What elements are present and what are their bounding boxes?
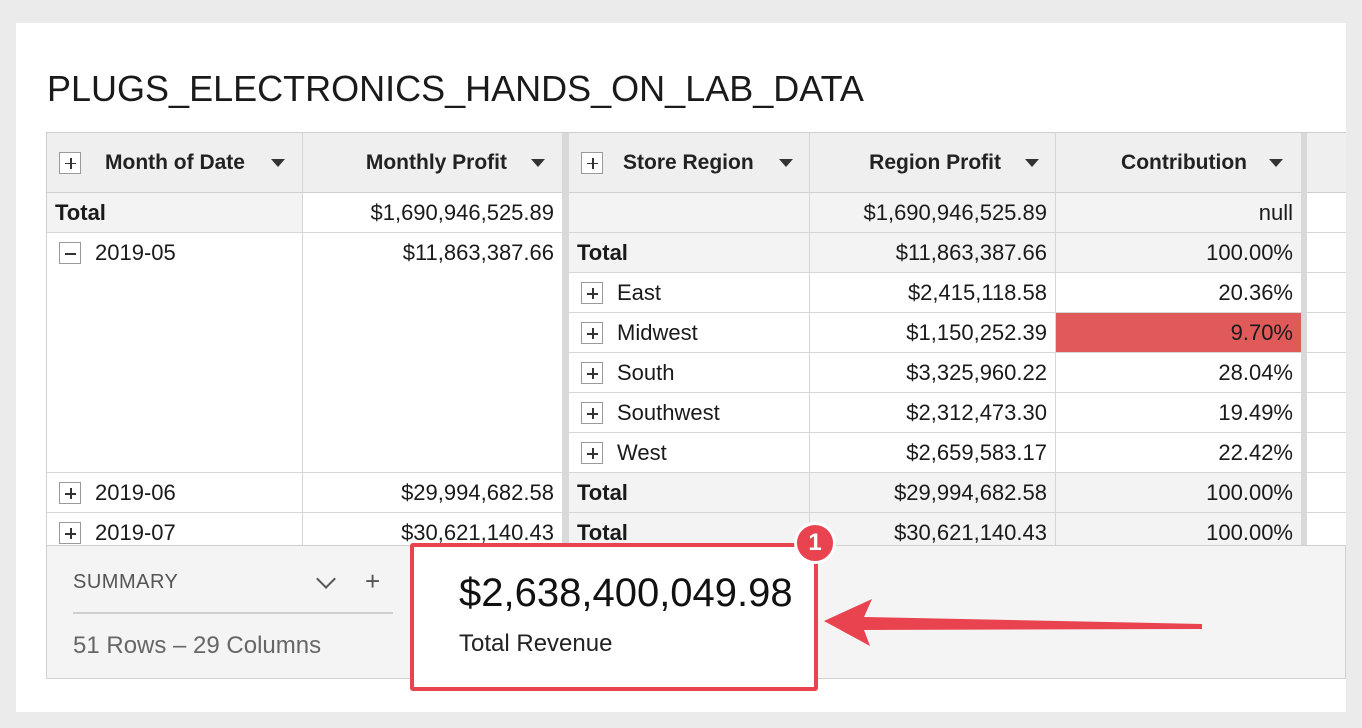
region-label: East — [617, 280, 662, 305]
expand-icon[interactable] — [581, 322, 603, 344]
grand-total-region-empty — [569, 193, 809, 233]
contribution-cell: 19.49% — [1218, 400, 1293, 425]
monthly-profit-cell: $30,621,140.43 — [401, 520, 554, 545]
row-divider — [569, 352, 1346, 353]
kpi-label: Total Revenue — [459, 630, 613, 657]
chevron-down-icon[interactable] — [271, 159, 285, 167]
expand-icon[interactable] — [581, 362, 603, 384]
contribution-cell-highlighted: 9.70% — [1055, 313, 1301, 353]
region-total-contribution: 100.00% — [1055, 513, 1301, 545]
column-header-store-region[interactable]: Store Region — [569, 133, 809, 193]
column-header-label: Contribution — [1121, 150, 1247, 174]
column-header-contribution[interactable]: Contribution — [1055, 133, 1301, 193]
grand-total-label: Total — [47, 193, 302, 233]
column-divider — [809, 133, 810, 545]
region-label: Southwest — [617, 400, 720, 425]
column-header-label: Month of Date — [105, 150, 245, 174]
column-divider — [1055, 133, 1056, 545]
region-total-contribution: 100.00% — [1055, 473, 1301, 513]
summary-divider — [73, 612, 393, 614]
add-summary-icon[interactable]: + — [365, 566, 380, 597]
column-header-region-profit[interactable]: Region Profit — [809, 133, 1055, 193]
region-profit-cell: $3,325,960.22 — [906, 360, 1047, 385]
expand-icon[interactable] — [581, 402, 603, 424]
region-profit-cell: $2,415,118.58 — [907, 280, 1047, 305]
region-total-contribution: 100.00% — [1055, 233, 1301, 273]
pivot-separator — [562, 133, 569, 545]
expand-icon[interactable] — [581, 442, 603, 464]
region-cell-east[interactable]: East — [569, 273, 809, 313]
contribution-cell: 22.42% — [1218, 440, 1293, 465]
column-divider — [302, 133, 303, 545]
region-cell-west[interactable]: West — [569, 433, 809, 473]
expand-all-icon[interactable] — [581, 151, 603, 174]
region-label: Midwest — [617, 320, 698, 345]
row-divider — [569, 392, 1346, 393]
region-total-label: Total — [569, 513, 809, 545]
column-header-label: Monthly Profit — [365, 150, 507, 174]
contribution-cell: 20.36% — [1218, 280, 1293, 305]
month-cell[interactable]: 2019-06 — [47, 473, 302, 513]
grand-total-region-profit: $1,690,946,525.89 — [809, 193, 1055, 233]
chevron-down-icon[interactable] — [316, 569, 336, 589]
step-badge: 1 — [794, 522, 836, 564]
callout-arrow-icon — [824, 599, 1202, 646]
grand-total-contribution: null — [1055, 193, 1301, 233]
region-label: West — [617, 440, 667, 465]
region-total-profit: $11,863,387.66 — [809, 233, 1055, 273]
month-cell[interactable]: 2019-07 — [47, 513, 302, 545]
month-cell[interactable]: 2019-05 — [47, 233, 302, 273]
region-total-profit: $29,994,682.58 — [809, 473, 1055, 513]
row-divider — [569, 512, 1346, 513]
grand-total-monthly-profit: $1,690,946,525.89 — [370, 200, 554, 225]
column-header-month[interactable]: Month of Date — [47, 133, 302, 193]
row-divider — [47, 472, 562, 473]
region-total-label: Total — [569, 233, 809, 273]
row-divider — [569, 432, 1346, 433]
region-cell-southwest[interactable]: Southwest — [569, 393, 809, 433]
column-header-monthly-profit[interactable]: Monthly Profit — [302, 133, 562, 193]
row-divider — [47, 512, 562, 513]
page-title: PLUGS_ELECTRONICS_HANDS_ON_LAB_DATA — [47, 68, 864, 109]
row-divider — [569, 312, 1346, 313]
row-divider — [569, 472, 1346, 473]
summary-title: SUMMARY — [73, 571, 179, 593]
expand-icon[interactable] — [59, 522, 81, 544]
column-header-label: Store Region — [623, 150, 754, 174]
monthly-profit-cell: $29,994,682.58 — [401, 480, 554, 505]
row-divider — [47, 232, 562, 233]
column-header-empty — [1307, 133, 1346, 193]
region-profit-cell: $1,150,252.39 — [906, 320, 1047, 345]
expand-icon[interactable] — [59, 482, 81, 504]
row-divider — [569, 232, 1346, 233]
month-label: 2019-05 — [95, 240, 176, 265]
region-cell-south[interactable]: South — [569, 353, 809, 393]
month-label: 2019-07 — [95, 520, 176, 545]
chevron-down-icon[interactable] — [1025, 159, 1039, 167]
month-label: 2019-06 — [95, 480, 176, 505]
expand-icon[interactable] — [581, 282, 603, 304]
expand-all-icon[interactable] — [59, 151, 81, 174]
collapse-icon[interactable] — [59, 242, 81, 264]
row-column-count: 51 Rows – 29 Columns — [73, 632, 322, 659]
pivot-table: Month of Date Monthly Profit Store Regio… — [46, 132, 1346, 545]
chevron-down-icon[interactable] — [531, 159, 545, 167]
contribution-cell: 28.04% — [1218, 360, 1293, 385]
chevron-down-icon[interactable] — [1269, 159, 1283, 167]
region-cell-midwest[interactable]: Midwest — [569, 313, 809, 353]
chevron-down-icon[interactable] — [779, 159, 793, 167]
scrollbar-separator — [1301, 133, 1307, 545]
region-total-profit: $30,621,140.43 — [809, 513, 1055, 545]
monthly-profit-cell: $11,863,387.66 — [402, 240, 554, 265]
region-total-label: Total — [569, 473, 809, 513]
region-profit-cell: $2,312,473.30 — [906, 400, 1047, 425]
region-profit-cell: $2,659,583.17 — [906, 440, 1047, 465]
row-divider — [569, 272, 1346, 273]
kpi-value: $2,638,400,049.98 — [459, 571, 793, 615]
region-label: South — [617, 360, 675, 385]
total-revenue-kpi[interactable]: $2,638,400,049.98 Total Revenue — [410, 543, 818, 691]
column-header-label: Region Profit — [869, 150, 1001, 174]
